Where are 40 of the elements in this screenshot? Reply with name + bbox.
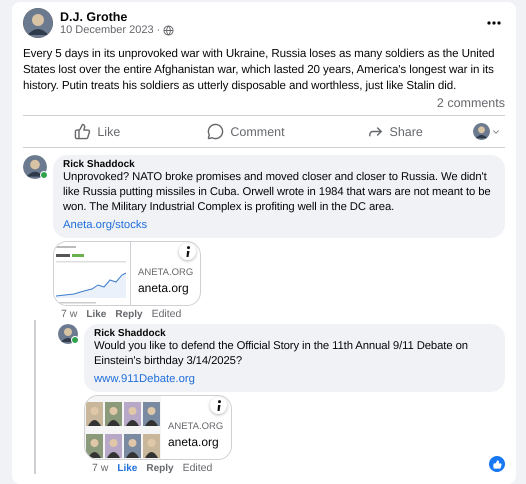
reply-link[interactable]: Reply [115,308,143,320]
comment-author[interactable]: Rick Shaddock [94,328,495,339]
info-icon [216,400,222,412]
avatar[interactable] [23,8,53,38]
post-text: Every 5 days in its unprovoked war with Ukraine, Russia loses as many soldiers as the United States lost over the entire Afghanistan war, which lasted 20 years, America's longest war in its history. Putin treats his soldiers as utterly disposable and worthless, just like Stalin did. [23,46,496,94]
like-icon [74,123,92,140]
edited-label: Edited [182,462,212,474]
link-preview[interactable]: ANETA.ORG aneta.org [53,241,201,306]
comment-time[interactable]: 7 w [61,308,78,320]
like-link[interactable]: Like [117,462,138,474]
edited-label: Edited [152,308,182,320]
comment-link[interactable]: Aneta.org/stocks [63,219,148,231]
globe-icon [163,24,174,36]
comment-author[interactable]: Rick Shaddock [63,159,495,170]
author-name[interactable]: D.J. Grothe [60,10,476,24]
like-reaction-icon[interactable] [489,456,505,472]
info-button[interactable] [210,397,227,414]
more-icon [487,21,501,25]
comment-icon [207,123,224,140]
like-button[interactable]: Like [23,118,172,145]
preview-site: ANETA.ORG [138,266,194,278]
like-link[interactable]: Like [86,308,106,320]
comment-time[interactable]: 7 w [92,462,108,474]
reply-link[interactable]: Reply [146,462,174,474]
preview-domain: aneta.org [138,280,190,294]
comment-button[interactable]: Comment [172,118,320,145]
avatar[interactable] [23,155,47,179]
post-date[interactable]: 10 December 2023 · [60,24,160,36]
preview-site: ANETA.ORG [168,420,224,432]
comment-text: Unprovoked? NATO broke promises and moved closer and closer to Russia. We didn't like Russia putting missiles in Cuba. Orwell wrote in 1984 that wars are not meant to be won. The Military Industrial Complex is profiting well in the DC area. [63,170,492,215]
preview-domain: aneta.org [168,434,220,448]
share-button[interactable]: Share [320,118,470,145]
avatar[interactable] [473,123,490,140]
info-icon [184,246,190,258]
info-button[interactable] [179,243,196,260]
link-preview[interactable]: ANETA.ORG aneta.org [84,395,232,460]
comment-text: Would you like to defend the Official Story in the 11th Annual 9/11 Debate on Einstein's birthday 3/14/2025? [94,339,469,369]
avatar[interactable] [58,324,78,344]
comment-link[interactable]: www.911Debate.org [94,373,195,385]
comment-count[interactable]: 2 comments [436,96,505,110]
